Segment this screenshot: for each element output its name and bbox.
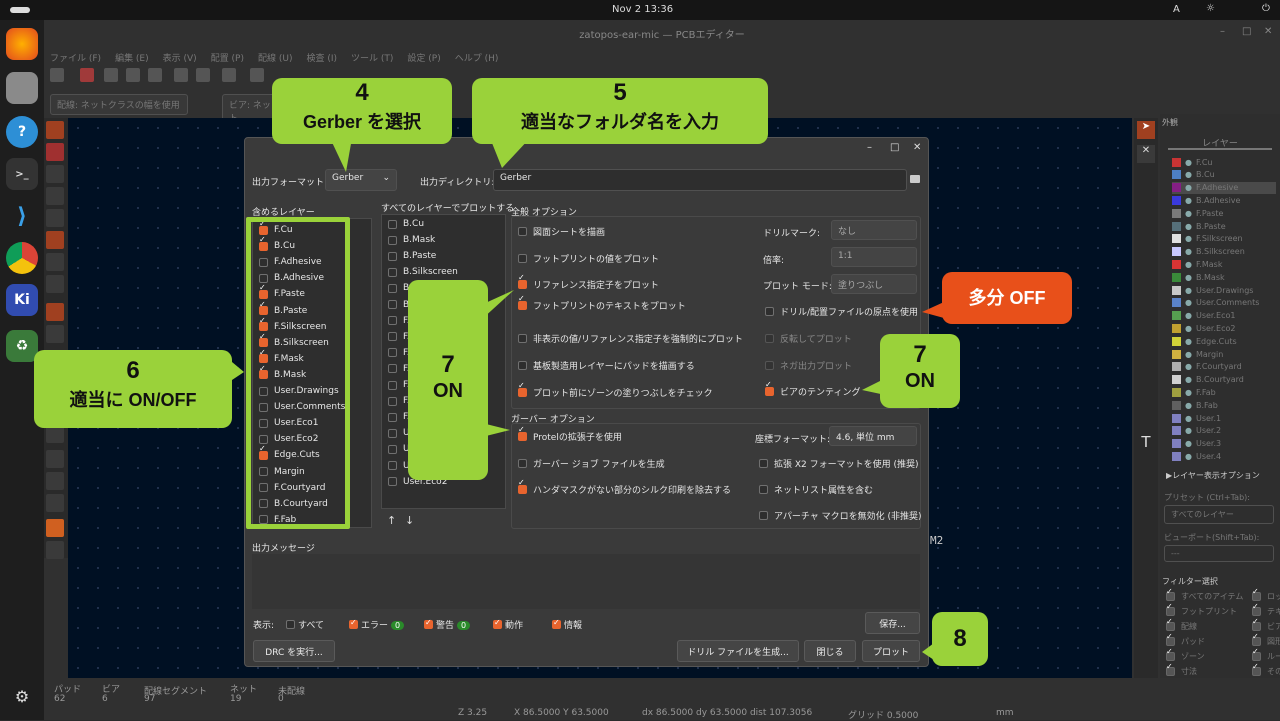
- segments-value: 97: [144, 694, 156, 704]
- callout-off: 多分 OFF: [942, 272, 1072, 324]
- pads-value: 62: [54, 694, 66, 704]
- unrouted-value: 0: [278, 694, 284, 704]
- grid-readout: グリッド 0.5000: [848, 711, 919, 721]
- callout7a-text: ON: [433, 380, 463, 402]
- callout7b-text: ON: [905, 370, 935, 392]
- vias-value: 6: [102, 694, 108, 704]
- callout7a-number: 7: [441, 351, 455, 378]
- callout4-text: Gerber を選択: [302, 112, 422, 132]
- nets-value: 19: [230, 694, 242, 704]
- callout-step7-left: 7 ON: [408, 280, 488, 480]
- callout-step5: 5 適当なフォルダ名を入力: [472, 78, 768, 144]
- calloutoff-pointer: [922, 302, 944, 318]
- callout-step6: 6 適当に ON/OFF: [34, 350, 232, 428]
- callout6-pointer: [232, 362, 244, 380]
- callout-step4: 4 Gerber を選択: [272, 78, 452, 144]
- zoom-readout: Z 3.25: [458, 708, 488, 718]
- units-readout: mm: [996, 708, 1014, 718]
- include-layers-highlight: [246, 217, 350, 529]
- callout7b-number: 7: [913, 341, 927, 368]
- callout-step8: 8: [932, 612, 988, 666]
- cursor-xy-readout: X 86.5000 Y 63.5000: [514, 708, 609, 718]
- callout5-text: 適当なフォルダ名を入力: [521, 112, 719, 132]
- callout5-number: 5: [613, 79, 627, 106]
- status-bar: パッド 62 ビア 6 配線セグメント 97 ネット 19 未配線 0 Z 3.…: [44, 678, 1280, 721]
- callout6-number: 6: [126, 357, 140, 384]
- callout6-text: 適当に ON/OFF: [69, 390, 197, 410]
- callout-step7-right: 7 ON: [880, 334, 960, 408]
- delta-readout: dx 86.5000 dy 63.5000 dist 107.3056: [642, 708, 813, 718]
- callout4-number: 4: [355, 79, 369, 106]
